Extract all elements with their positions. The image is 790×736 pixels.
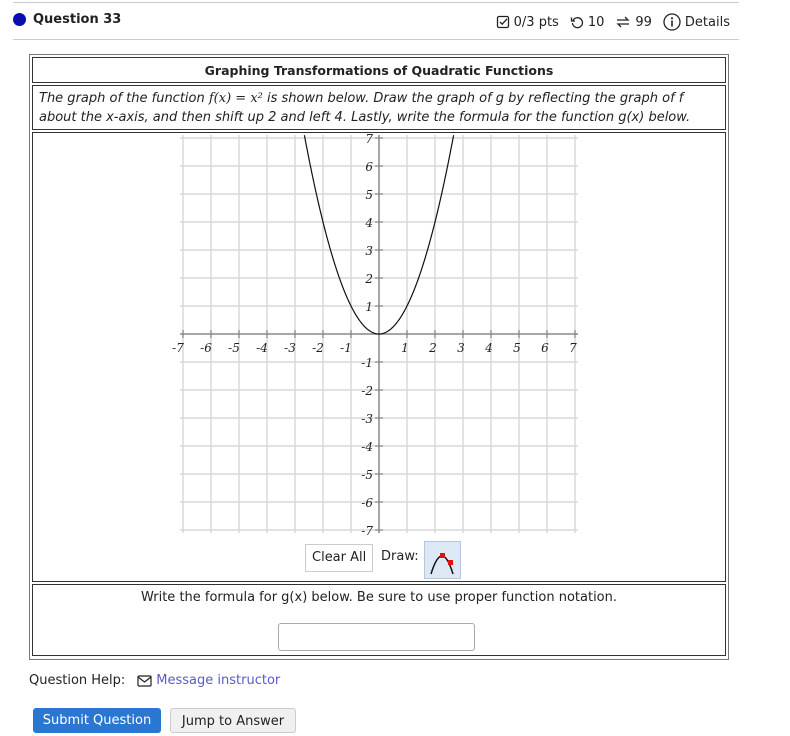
answer-panel: Write the formula for g(x) below. Be sur… [32, 584, 726, 656]
parabola-tool-button[interactable] [424, 541, 461, 579]
prompt-text-2: is shown below. Draw the graph of g by r… [262, 91, 684, 106]
retries-count: 10 [587, 14, 605, 30]
prompt-math: f(x) = x² [208, 91, 263, 106]
checkbox-icon [496, 15, 510, 29]
question-meta: 0/3 pts 10 99 Details [496, 13, 730, 31]
formula-input[interactable] [278, 623, 475, 651]
clear-all-button[interactable]: Clear All [305, 544, 374, 572]
problem-prompt: The graph of the function f(x) = x² is s… [32, 85, 726, 130]
question-label: Question 33 [33, 12, 122, 27]
parabola-icon [430, 553, 454, 575]
status-dot-icon [13, 13, 26, 26]
header-divider [13, 39, 739, 40]
attempts-count: 99 [635, 14, 652, 30]
graph-panel [32, 132, 726, 582]
retry-icon [570, 15, 584, 29]
submit-question-button[interactable]: Submit Question [33, 708, 161, 733]
answer-instructions: Write the formula for g(x) below. Be sur… [140, 590, 618, 605]
attempts-icon [615, 15, 631, 29]
message-instructor-link[interactable]: Message instructor [156, 673, 280, 688]
details-link[interactable]: Details [685, 15, 730, 30]
mail-icon [137, 674, 152, 687]
problem-title: Graphing Transformations of Quadratic Fu… [32, 57, 726, 83]
prompt-line-2: about the x-axis, and then shift up 2 an… [39, 110, 691, 125]
score-text: 0/3 pts [513, 14, 559, 30]
draw-label: Draw: [381, 549, 419, 564]
question-header: Question 33 [13, 12, 121, 27]
prompt-text: The graph of the function [39, 91, 209, 106]
help-label: Question Help: [29, 673, 126, 688]
info-icon[interactable] [663, 13, 681, 31]
question-container: Graphing Transformations of Quadratic Fu… [29, 54, 729, 660]
top-divider [13, 2, 739, 3]
question-help: Question Help: Message instructor [29, 673, 280, 688]
jump-to-answer-button[interactable]: Jump to Answer [170, 708, 296, 733]
